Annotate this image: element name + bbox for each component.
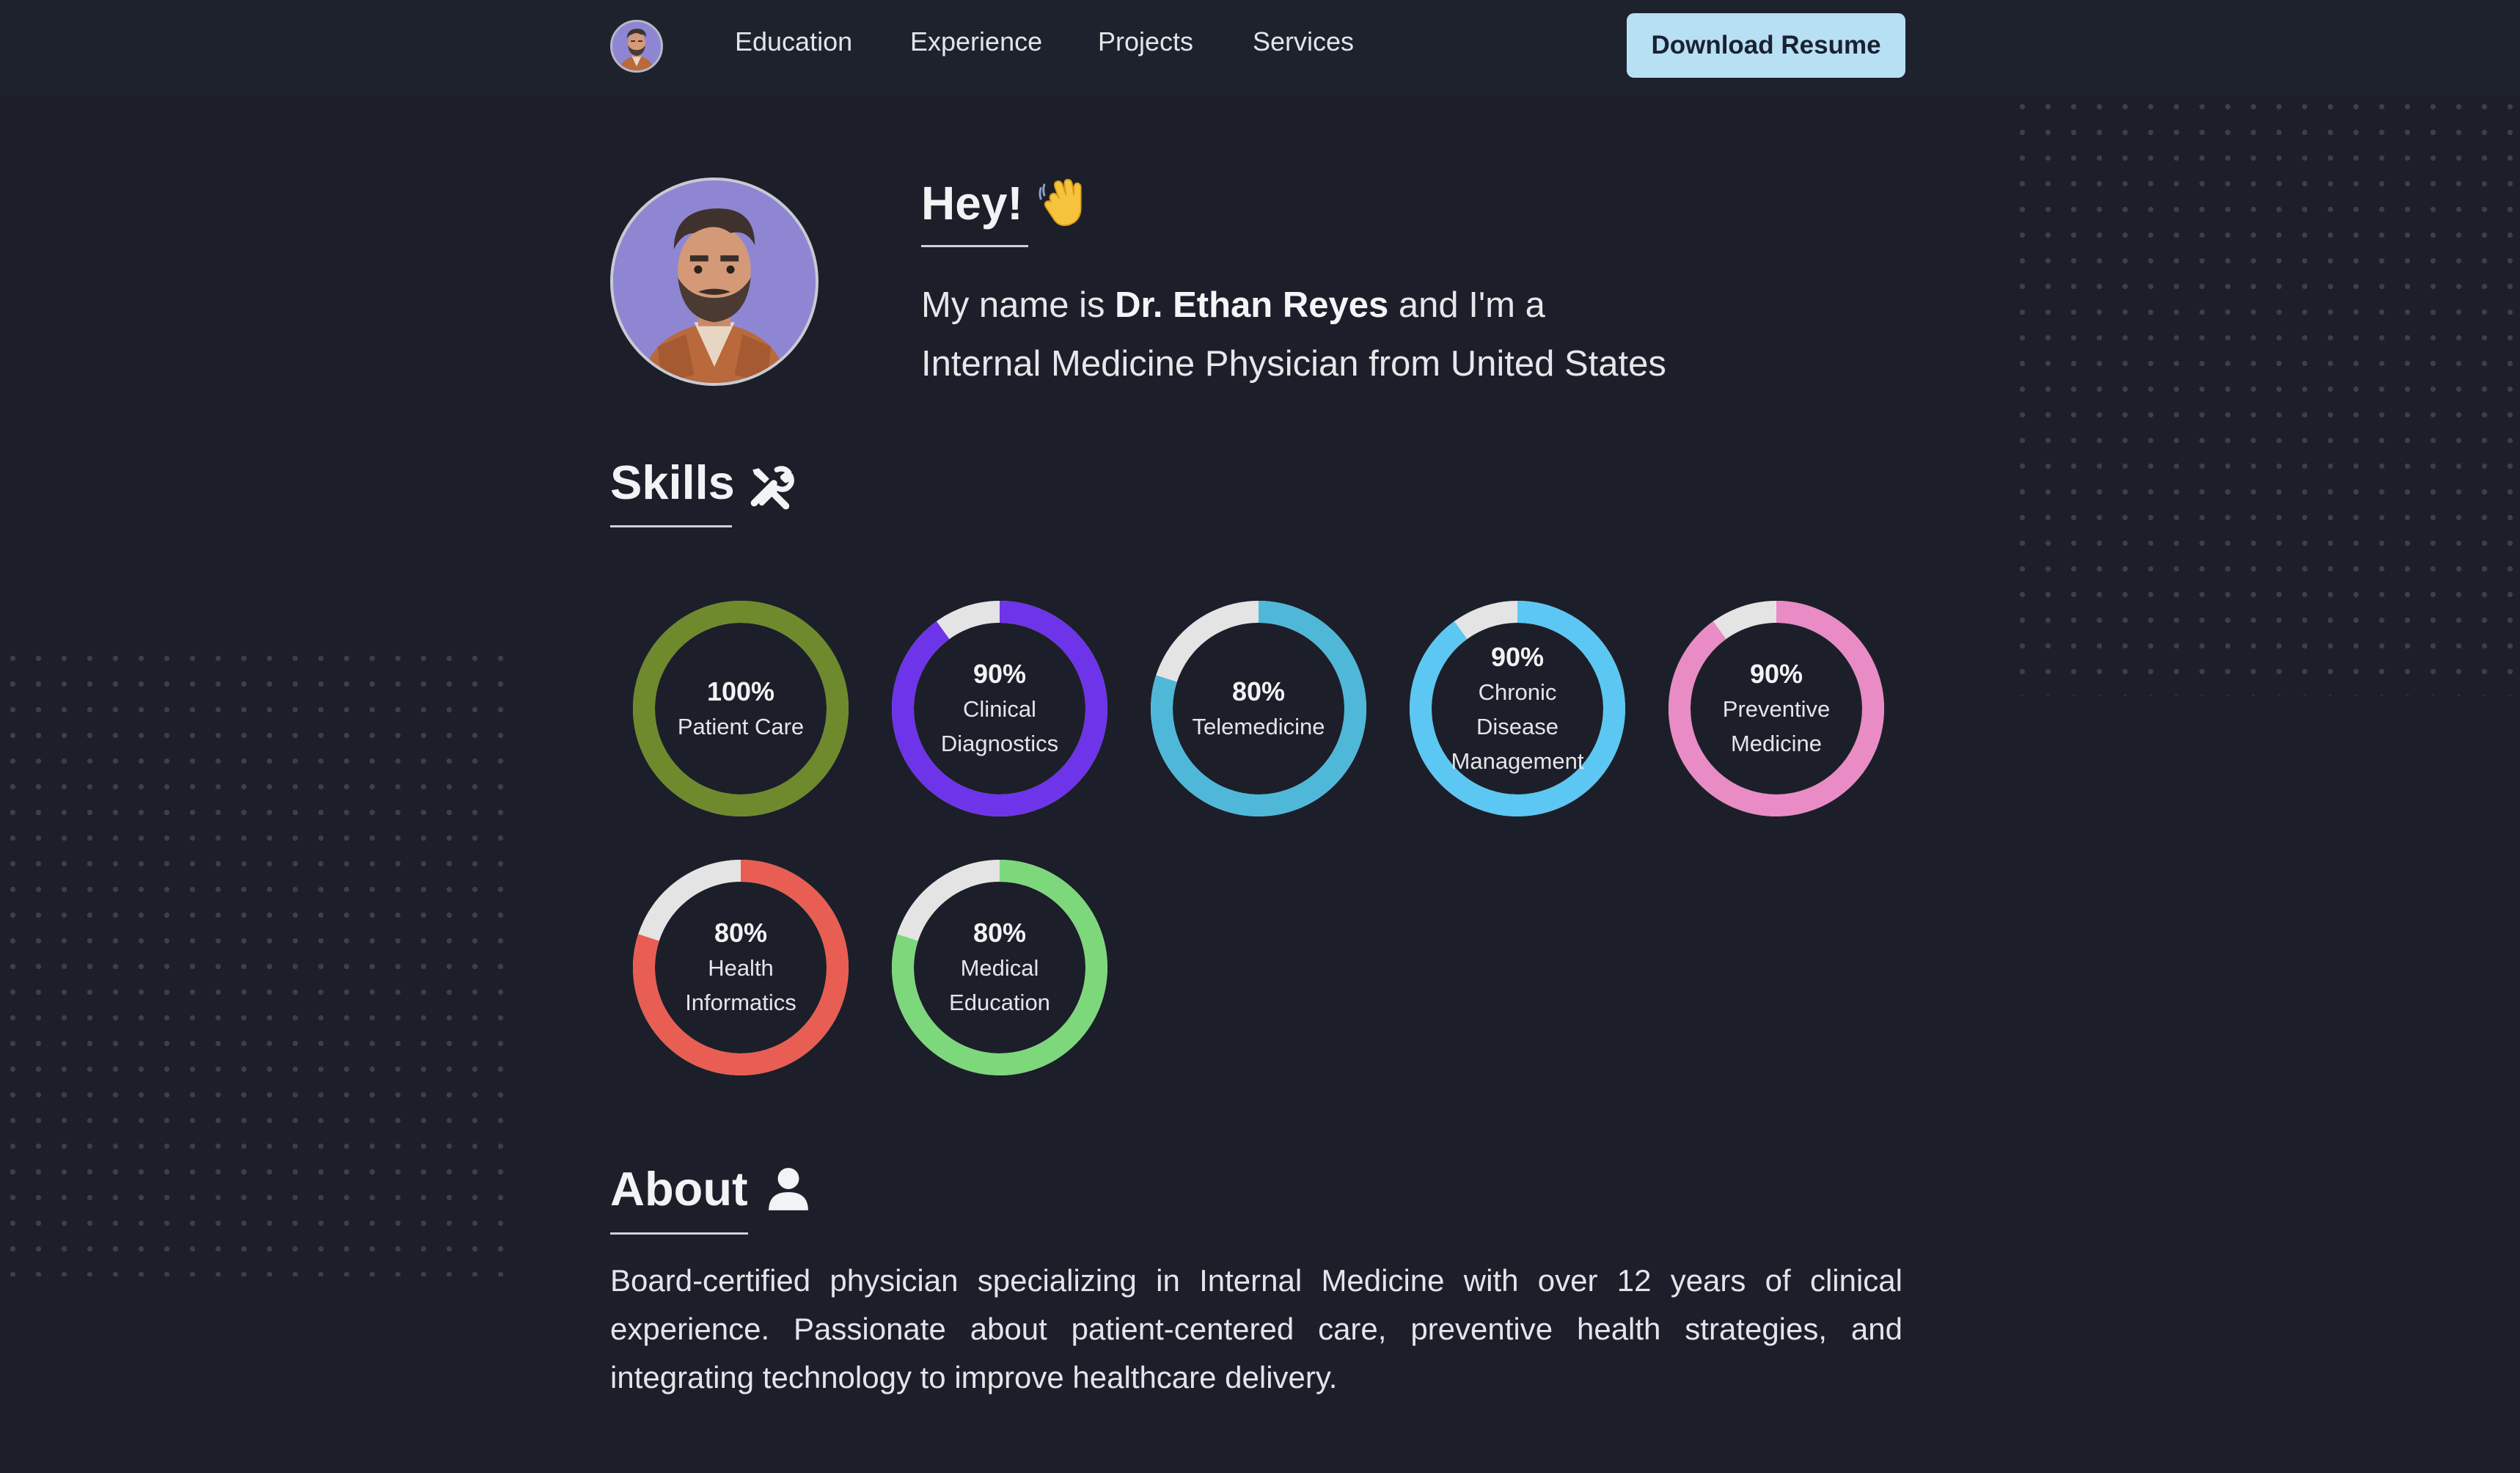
skill-ring-label: 80% Health Informatics	[631, 858, 851, 1078]
skill-percent: 80%	[714, 918, 768, 948]
user-icon	[769, 1168, 808, 1210]
avatar-illustration-icon	[613, 180, 816, 383]
profile-avatar	[610, 178, 818, 386]
about-paragraph: Board-certified physician specializing i…	[610, 1263, 1902, 1395]
skill-ring-label: 80% Medical Education	[890, 858, 1110, 1078]
skill-ring: 100% Patient Care	[631, 599, 851, 819]
intro-line-2: Internal Medicine Physician from United …	[921, 344, 1666, 384]
skill-percent: 80%	[973, 918, 1027, 948]
skill-name: Health Informatics	[685, 955, 796, 1015]
skills-underline	[610, 525, 732, 527]
download-resume-button[interactable]: Download Resume	[1627, 13, 1905, 78]
dot-pattern-decoration	[0, 646, 506, 1276]
waving-hand-icon	[1039, 178, 1082, 227]
skill-ring: 90% Clinical Diagnostics	[890, 599, 1110, 819]
skill-ring-label: 90% Clinical Diagnostics	[890, 599, 1110, 819]
skill-percent: 90%	[1490, 641, 1545, 672]
skill-ring-label: 100% Patient Care	[631, 599, 851, 819]
skill-ring-label: 90% Preventive Medicine	[1666, 599, 1886, 819]
skill-percent: 80%	[1231, 676, 1286, 706]
tools-icon	[750, 466, 794, 510]
skill-name: Medical Education	[949, 955, 1050, 1015]
skill-percent: 90%	[1749, 659, 1803, 689]
about-heading: About	[610, 1162, 748, 1216]
person-name: Dr. Ethan Reyes	[1115, 285, 1389, 325]
avatar-illustration-icon	[612, 22, 661, 70]
portfolio-page: Education Experience Projects Services D…	[0, 0, 2520, 1473]
skills-heading: Skills	[610, 456, 735, 509]
skill-name: Telemedicine	[1192, 713, 1325, 739]
intro-suffix: and I'm a	[1388, 285, 1545, 325]
about-underline	[610, 1232, 748, 1235]
skill-ring: 80% Medical Education	[890, 858, 1110, 1078]
nav-link-services[interactable]: Services	[1253, 26, 1354, 57]
skill-ring: 90% Preventive Medicine	[1666, 599, 1886, 819]
skill-ring-label: 80% Telemedicine	[1149, 599, 1369, 819]
greeting-heading: Hey!	[921, 177, 1023, 230]
nav-link-experience[interactable]: Experience	[910, 26, 1042, 57]
intro-line-1: My name is Dr. Ethan Reyes and I'm a	[921, 276, 1666, 335]
skill-name: Patient Care	[677, 713, 805, 739]
skill-name: Clinical Diagnostics	[940, 696, 1059, 756]
skill-percent: 100%	[706, 676, 775, 706]
dot-pattern-decoration	[2010, 94, 2520, 695]
intro-prefix: My name is	[921, 285, 1116, 325]
skill-name: Chronic Disease Management	[1451, 679, 1584, 774]
skill-ring: 80% Health Informatics	[631, 858, 851, 1078]
skill-ring: 90% Chronic Disease Management	[1407, 599, 1627, 819]
greeting-underline	[921, 245, 1028, 247]
skill-ring: 80% Telemedicine	[1149, 599, 1369, 819]
skill-name: Preventive Medicine	[1722, 696, 1831, 756]
skill-ring-label: 90% Chronic Disease Management	[1407, 599, 1627, 819]
nav-avatar[interactable]	[610, 20, 663, 73]
top-navbar: Education Experience Projects Services D…	[0, 0, 2520, 95]
nav-link-projects[interactable]: Projects	[1098, 26, 1193, 57]
nav-link-education[interactable]: Education	[735, 26, 852, 57]
skill-percent: 90%	[973, 659, 1027, 689]
intro-text: My name is Dr. Ethan Reyes and I'm a Int…	[921, 276, 1666, 393]
